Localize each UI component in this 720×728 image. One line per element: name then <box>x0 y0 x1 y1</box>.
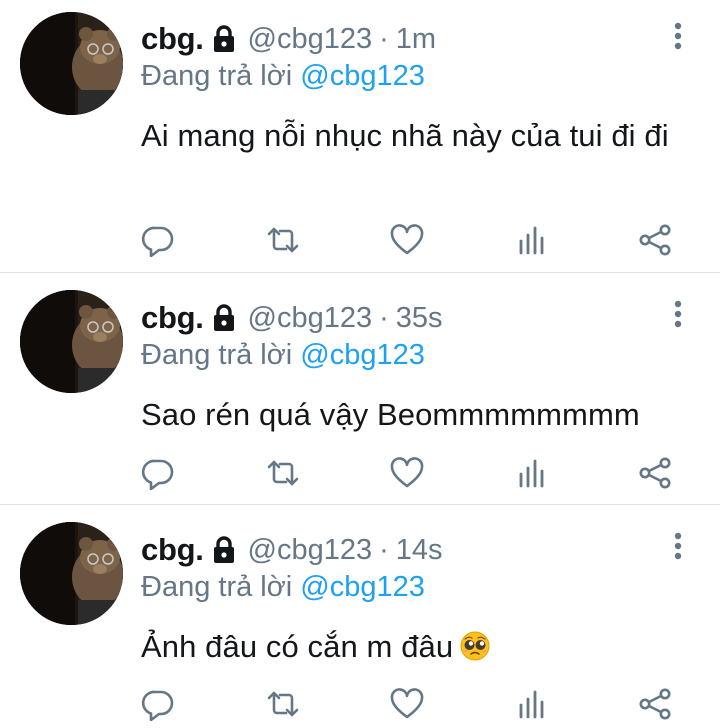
mention-link[interactable]: @cbg123 <box>300 339 425 371</box>
lock-icon <box>210 535 238 565</box>
avatar[interactable] <box>20 522 123 625</box>
analytics-icon[interactable] <box>515 223 549 257</box>
lock-icon <box>210 303 238 333</box>
avatar[interactable] <box>20 12 123 115</box>
display-name[interactable]: cbg. <box>141 21 204 57</box>
timestamp[interactable]: 35s <box>396 302 443 335</box>
mention-link[interactable]: @cbg123 <box>300 60 425 92</box>
reply-prefix: Đang trả lời <box>141 571 293 603</box>
tweet-text: Sao rén quá vậy Beommmmmmmm <box>141 397 640 432</box>
more-vertical-icon[interactable] <box>672 22 684 50</box>
share-icon[interactable] <box>638 456 672 490</box>
reply-icon[interactable] <box>141 456 175 490</box>
heart-icon[interactable] <box>390 456 424 490</box>
tweet-actions <box>141 223 681 259</box>
timestamp[interactable]: 14s <box>396 534 443 567</box>
handle[interactable]: @cbg123 <box>248 534 373 567</box>
display-name[interactable]: cbg. <box>141 532 204 568</box>
tweet-text-content: Ảnh đâu có cắn m đâu <box>141 629 454 664</box>
reply-prefix: Đang trả lời <box>141 60 293 92</box>
tweet-header: cbg. @cbg123 · 35s <box>141 297 443 339</box>
share-icon[interactable] <box>638 687 672 721</box>
heart-icon[interactable] <box>390 687 424 721</box>
reply-icon[interactable] <box>141 223 175 257</box>
avatar[interactable] <box>20 290 123 393</box>
analytics-icon[interactable] <box>515 456 549 490</box>
tweet-header: cbg. @cbg123 · 14s <box>141 529 443 571</box>
share-icon[interactable] <box>638 223 672 257</box>
replying-to: Đang trả lời @cbg123 <box>141 571 425 604</box>
tweet[interactable]: cbg. @cbg123 · 1m Đang trả lời @cbg123 A… <box>0 0 720 273</box>
mention-link[interactable]: @cbg123 <box>300 571 425 603</box>
separator-dot: · <box>379 301 389 334</box>
handle[interactable]: @cbg123 <box>248 302 373 335</box>
tweet[interactable]: cbg. @cbg123 · 14s Đang trả lời @cbg123 … <box>0 505 720 728</box>
timestamp[interactable]: 1m <box>396 23 436 56</box>
tweet-text: Ai mang nỗi nhục nhã này của tui đi đi <box>141 118 669 153</box>
lock-icon <box>210 24 238 54</box>
separator-dot: · <box>379 533 389 566</box>
reply-prefix: Đang trả lời <box>141 339 293 371</box>
tweet-text: Ảnh đâu có cắn m đâu <box>141 623 701 671</box>
tweet-actions <box>141 687 681 723</box>
analytics-icon[interactable] <box>515 687 549 721</box>
tweet[interactable]: cbg. @cbg123 · 35s Đang trả lời @cbg123 … <box>0 273 720 505</box>
separator-dot: · <box>379 22 389 55</box>
tweet-header: cbg. @cbg123 · 1m <box>141 18 436 60</box>
pleading-face-emoji <box>459 628 491 661</box>
reply-icon[interactable] <box>141 687 175 721</box>
replying-to: Đang trả lời @cbg123 <box>141 60 425 93</box>
tweet-actions <box>141 456 681 492</box>
display-name[interactable]: cbg. <box>141 300 204 336</box>
heart-icon[interactable] <box>390 223 424 257</box>
replying-to: Đang trả lời @cbg123 <box>141 339 425 372</box>
retweet-icon[interactable] <box>266 687 300 721</box>
more-vertical-icon[interactable] <box>672 532 684 560</box>
more-vertical-icon[interactable] <box>672 300 684 328</box>
retweet-icon[interactable] <box>266 456 300 490</box>
handle[interactable]: @cbg123 <box>248 23 373 56</box>
retweet-icon[interactable] <box>266 223 300 257</box>
